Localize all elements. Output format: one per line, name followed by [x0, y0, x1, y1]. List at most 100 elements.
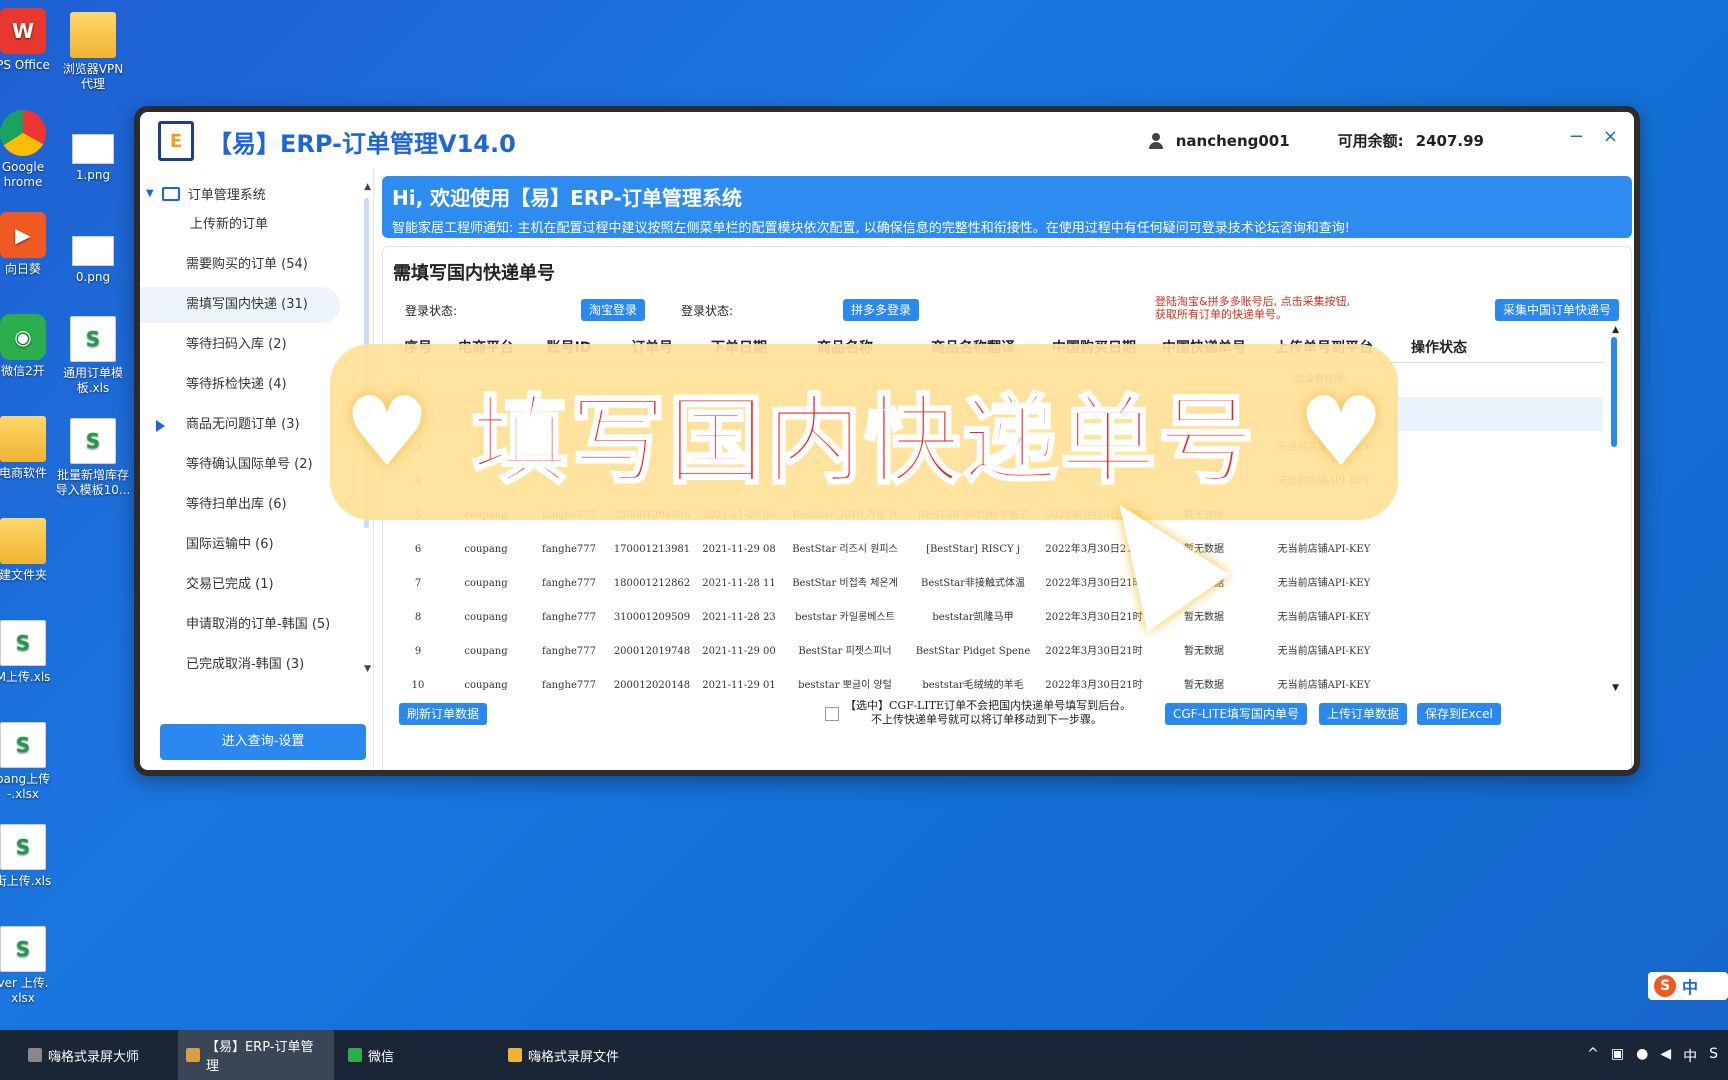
scroll-up-icon[interactable]: ▲ — [1612, 325, 1619, 335]
title-bar: E 【易】ERP-订单管理V14.0 nancheng001 可用余额: 240… — [140, 112, 1634, 170]
taskbar-item-recordings[interactable]: 嗨格式录屏文件 — [500, 1030, 656, 1080]
pdd-login-button[interactable]: 拼多多登录 — [843, 299, 920, 321]
sogou-tray-icon[interactable]: S — [1709, 1046, 1718, 1066]
sidebar-item-cancel-done[interactable]: 已完成取消-韩国 (3) — [140, 647, 373, 683]
microphone-icon[interactable]: ● — [1636, 1046, 1648, 1066]
table-cell: 9 — [414, 646, 422, 657]
input-language[interactable]: 中 — [1683, 1046, 1697, 1066]
scroll-down-icon[interactable]: ▼ — [1612, 683, 1619, 693]
taobao-login-button[interactable]: 淘宝登录 — [581, 299, 646, 321]
table-row[interactable]: 7 coupang fanghe777 180001212862 2021-11-28 … — [393, 567, 1603, 601]
caption-text: 填写国内快递单号 — [471, 383, 1256, 498]
collect-express-button[interactable]: 采集中国订单快递号 — [1494, 299, 1619, 321]
sidebar-item-upload-new[interactable]: 上传新的订单 — [140, 207, 373, 243]
chevron-up-icon[interactable]: ^ — [1587, 1046, 1599, 1066]
welcome-banner: Hi, 欢迎使用【易】ERP-订单管理系统 智能家居工程师通知: 主机在配置过程… — [382, 176, 1632, 238]
table-cell: 2021-11-29 08 — [702, 544, 776, 555]
table-cell: beststar毛绒绒的羊毛 — [922, 680, 1024, 691]
sidebar-item-cancel-request[interactable]: 申请取消的订单-韩国 (5) — [140, 607, 373, 643]
taskbar-item-recorder[interactable]: 嗨格式录屏大师 — [20, 1030, 170, 1080]
desktop-icon-vpn-folder[interactable]: 浏览器VPN 代理 — [48, 12, 138, 92]
cgf-lite-checkbox[interactable] — [825, 707, 839, 721]
sidebar-root[interactable]: ▼ 订单管理系统 — [140, 170, 373, 203]
table-cell — [1389, 363, 1489, 397]
table-cell: BestStar Pidget Spene — [915, 646, 1031, 657]
desktop-icon-1png[interactable]: 1.png — [48, 124, 138, 183]
sidebar-item-await-scan-in[interactable]: 等待扫码入库 (2) — [140, 327, 373, 363]
desktop-icon-stock-template[interactable]: S 批量新增库存 导入模板10... — [48, 418, 138, 498]
upload-orders-button[interactable]: 上传订单数据 — [1319, 703, 1408, 725]
image-file-icon — [72, 236, 114, 266]
table-cell — [1389, 533, 1489, 567]
desktop-icon-coupang-upload[interactable]: S pang上传 -.xlsx — [0, 722, 68, 802]
desktop-icon-0png[interactable]: 0.png — [48, 226, 138, 285]
table-cell: 无当前店铺API-KEY — [1277, 578, 1371, 589]
spreadsheet-icon: S — [0, 926, 46, 972]
app-title: 【易】ERP-订单管理V14.0 — [208, 129, 516, 158]
taskbar-item-erp[interactable]: 【易】ERP-订单管理 — [178, 1030, 334, 1080]
table-cell: BestStar非接触式体温 — [920, 578, 1026, 589]
refresh-orders-button[interactable]: 刷新订单数据 — [399, 703, 488, 725]
sidebar-item-label: 等待拆检快递 (4) — [186, 377, 287, 392]
network-icon[interactable]: ▣ — [1611, 1046, 1624, 1066]
table-cell: 无当前店铺API-KEY — [1277, 612, 1371, 623]
table-cell: 2021-11-29 01 — [702, 680, 776, 691]
taskbar-item-wechat[interactable]: 微信 — [340, 1030, 490, 1080]
table-row[interactable]: 9 coupang fanghe777 200012019748 2021-11-29 … — [393, 635, 1603, 669]
monitor-icon — [161, 186, 180, 201]
table-cell: beststar 뽀글이 양털 — [798, 680, 892, 691]
user-area: nancheng001 可用余额: 2407.99 — [1148, 130, 1484, 151]
sidebar-item-fill-domestic-express[interactable]: 需填写国内快递 (31) — [140, 287, 340, 323]
table-cell: fanghe777 — [542, 680, 596, 691]
close-button[interactable]: × — [1603, 126, 1618, 147]
taskbar-item-label: 嗨格式录屏大师 — [48, 1049, 140, 1065]
table-cell: fanghe777 — [542, 646, 596, 657]
caption-overlay: ♥ 填写国内快递单号 ♥ — [330, 344, 1398, 520]
sunlogin-icon: ▶ — [0, 212, 46, 258]
folder-icon — [0, 518, 46, 564]
table-cell: beststar 카일롱베스트 — [795, 612, 895, 623]
sidebar-item-completed[interactable]: 交易已完成 (1) — [140, 567, 373, 603]
chrome-icon — [0, 110, 46, 156]
table-cell: 2021-11-28 11 — [702, 578, 776, 589]
table-row[interactable]: 6 coupang fanghe777 170001213981 2021-11-29 … — [393, 533, 1603, 567]
sidebar-item-intl-transit[interactable]: 国际运输中 (6) — [140, 527, 373, 563]
heart-icon: ♥ — [344, 376, 431, 488]
sidebar-item-label: 上传新的订单 — [190, 217, 269, 232]
sidebar-item-label: 已完成取消-韩国 (3) — [186, 657, 305, 672]
desktop-icon-street-upload[interactable]: S 街上传.xls — [0, 824, 68, 889]
volume-icon[interactable]: ◀ — [1660, 1046, 1671, 1066]
desktop-icon-naver-upload[interactable]: S ver 上传. xlsx — [0, 926, 68, 1006]
sidebar-item-need-purchase[interactable]: 需要购买的订单 (54) — [140, 247, 373, 283]
ime-toolbar[interactable]: S 中 — [1648, 972, 1728, 1000]
table-cell — [1389, 601, 1489, 635]
taskbar-item-label: 微信 — [368, 1049, 395, 1065]
table-cell: coupang — [464, 612, 508, 623]
minimize-button[interactable]: − — [1569, 126, 1584, 147]
scroll-up-icon[interactable]: ▲ — [364, 182, 371, 192]
scroll-down-icon[interactable]: ▼ — [364, 664, 371, 674]
sidebar-item-label: 等待扫码入库 (2) — [186, 337, 287, 352]
caret-down-icon: ▼ — [146, 188, 154, 199]
table-scrollbar[interactable] — [1611, 337, 1617, 447]
desktop-icon-order-template[interactable]: S 通用订单模 板.xls — [48, 316, 138, 396]
table-cell: 2021-11-28 23 — [702, 612, 776, 623]
sidebar-root-label: 订单管理系统 — [187, 188, 266, 203]
query-settings-button[interactable]: 进入查询-设置 — [160, 724, 366, 760]
table-row[interactable]: 8 coupang fanghe777 310001209509 2021-11-28 … — [393, 601, 1603, 635]
spreadsheet-icon: S — [70, 418, 116, 464]
table-cell: 180001212862 — [613, 578, 691, 589]
table-row[interactable]: 10 coupang fanghe777 200012020148 2021-11-29… — [393, 669, 1603, 695]
save-excel-button[interactable]: 保存到Excel — [1417, 703, 1501, 725]
cgf-fill-button[interactable]: CGF-LITE填写国内单号 — [1165, 703, 1308, 725]
desktop-icon-new-folder[interactable]: 建文件夹 — [0, 518, 68, 583]
table-cell: 暂无数据 — [1184, 680, 1224, 691]
panel-footer: 刷新订单数据 【选中】CGF-LITE订单不会把国内快递单号填写到后台。 不上传… — [393, 699, 1621, 739]
sidebar-item-label: 申请取消的订单-韩国 (5) — [186, 617, 331, 632]
table-cell — [1389, 397, 1489, 431]
column-header[interactable]: 操作状态 — [1389, 333, 1489, 362]
panel-title: 需填写国内快递单号 — [393, 263, 555, 284]
desktop-icon-m-upload[interactable]: S M上传.xls — [0, 620, 68, 685]
login-status-label: 登录状态: — [681, 304, 734, 318]
table-cell: 暂无数据 — [1184, 646, 1224, 657]
